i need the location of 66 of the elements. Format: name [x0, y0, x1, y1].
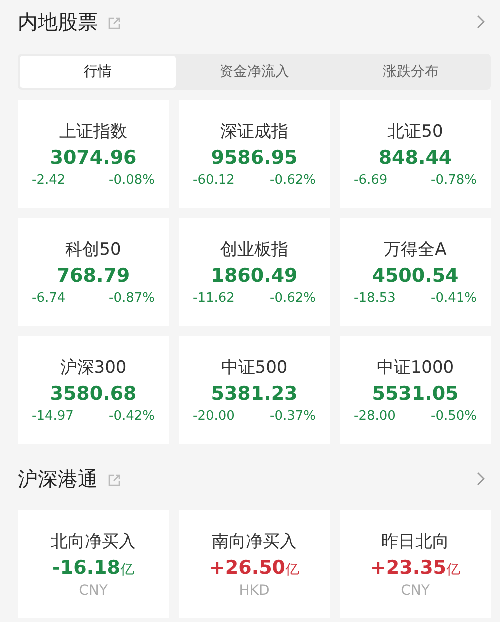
change-percent: -0.62%: [270, 291, 316, 306]
index-card[interactable]: 沪深300 3580.68 -14.97 -0.42%: [18, 336, 169, 444]
change-value: -2.42: [32, 173, 66, 188]
index-value: 4500.54: [372, 265, 459, 287]
index-value: 9586.95: [211, 147, 298, 169]
change-percent: -0.87%: [109, 291, 155, 306]
index-card[interactable]: 北证50 848.44 -6.69 -0.78%: [340, 100, 491, 208]
index-card[interactable]: 上证指数 3074.96 -2.42 -0.08%: [18, 100, 169, 208]
tab[interactable]: 资金净流入: [176, 56, 333, 88]
card-title: 北证50: [388, 121, 444, 143]
card-title: 沪深300: [60, 357, 127, 379]
section-title: 沪深港通: [18, 466, 98, 492]
index-card[interactable]: 南向净买入 +26.50亿 HKD: [179, 510, 330, 618]
card-title: 科创50: [66, 239, 122, 261]
index-value: 768.79: [56, 265, 130, 287]
flow-value: +23.35亿: [370, 556, 461, 578]
index-card[interactable]: 昨日北向 +23.35亿 CNY: [340, 510, 491, 618]
change-percent: -0.41%: [431, 291, 477, 306]
index-card[interactable]: 中证500 5381.23 -20.00 -0.37%: [179, 336, 330, 444]
card-title: 昨日北向: [382, 530, 450, 552]
card-title: 北向净买入: [51, 530, 136, 552]
card-title: 上证指数: [60, 121, 128, 143]
card-title: 创业板指: [220, 239, 288, 261]
change-percent: -0.08%: [109, 173, 155, 188]
change-percent: -0.62%: [270, 173, 316, 188]
card-title: 深证成指: [220, 121, 288, 143]
change-value: -28.00: [354, 409, 396, 424]
section-title: 内地股票: [18, 8, 98, 36]
card-title: 中证500: [221, 357, 288, 379]
change-value: -6.74: [32, 291, 66, 306]
change-value: -20.00: [193, 409, 235, 424]
tab[interactable]: 行情: [20, 56, 176, 88]
index-value: 848.44: [378, 147, 452, 169]
index-card[interactable]: 科创50 768.79 -6.74 -0.87%: [18, 218, 169, 326]
currency-label: CNY: [401, 582, 430, 598]
index-value: 3074.96: [50, 147, 137, 169]
change-percent: -0.78%: [431, 173, 477, 188]
change-percent: -0.42%: [109, 409, 155, 424]
index-value: 5381.23: [211, 383, 298, 405]
currency-label: CNY: [79, 582, 108, 598]
change-value: -18.53: [354, 291, 396, 306]
flow-value: -16.18亿: [52, 556, 134, 578]
change-value: -60.12: [193, 173, 235, 188]
flow-value: +26.50亿: [209, 556, 300, 578]
index-card[interactable]: 深证成指 9586.95 -60.12 -0.62%: [179, 100, 330, 208]
index-card[interactable]: 中证1000 5531.05 -28.00 -0.50%: [340, 336, 491, 444]
chevron-right-icon[interactable]: [477, 472, 485, 486]
change-value: -11.62: [193, 291, 235, 306]
tab[interactable]: 涨跌分布: [332, 56, 489, 88]
index-value: 3580.68: [50, 383, 137, 405]
share-icon[interactable]: [108, 474, 121, 487]
change-value: -6.69: [354, 173, 388, 188]
change-value: -14.97: [32, 409, 74, 424]
change-percent: -0.50%: [431, 409, 477, 424]
currency-label: HKD: [239, 582, 270, 598]
card-title: 万得全A: [384, 239, 447, 261]
index-card[interactable]: 创业板指 1860.49 -11.62 -0.62%: [179, 218, 330, 326]
share-icon[interactable]: [108, 17, 121, 30]
index-value: 1860.49: [211, 265, 298, 287]
index-value: 5531.05: [372, 383, 459, 405]
index-card[interactable]: 北向净买入 -16.18亿 CNY: [18, 510, 169, 618]
card-title: 南向净买入: [212, 530, 297, 552]
chevron-right-icon[interactable]: [477, 15, 485, 29]
index-card[interactable]: 万得全A 4500.54 -18.53 -0.41%: [340, 218, 491, 326]
change-percent: -0.37%: [270, 409, 316, 424]
card-title: 中证1000: [376, 357, 454, 379]
